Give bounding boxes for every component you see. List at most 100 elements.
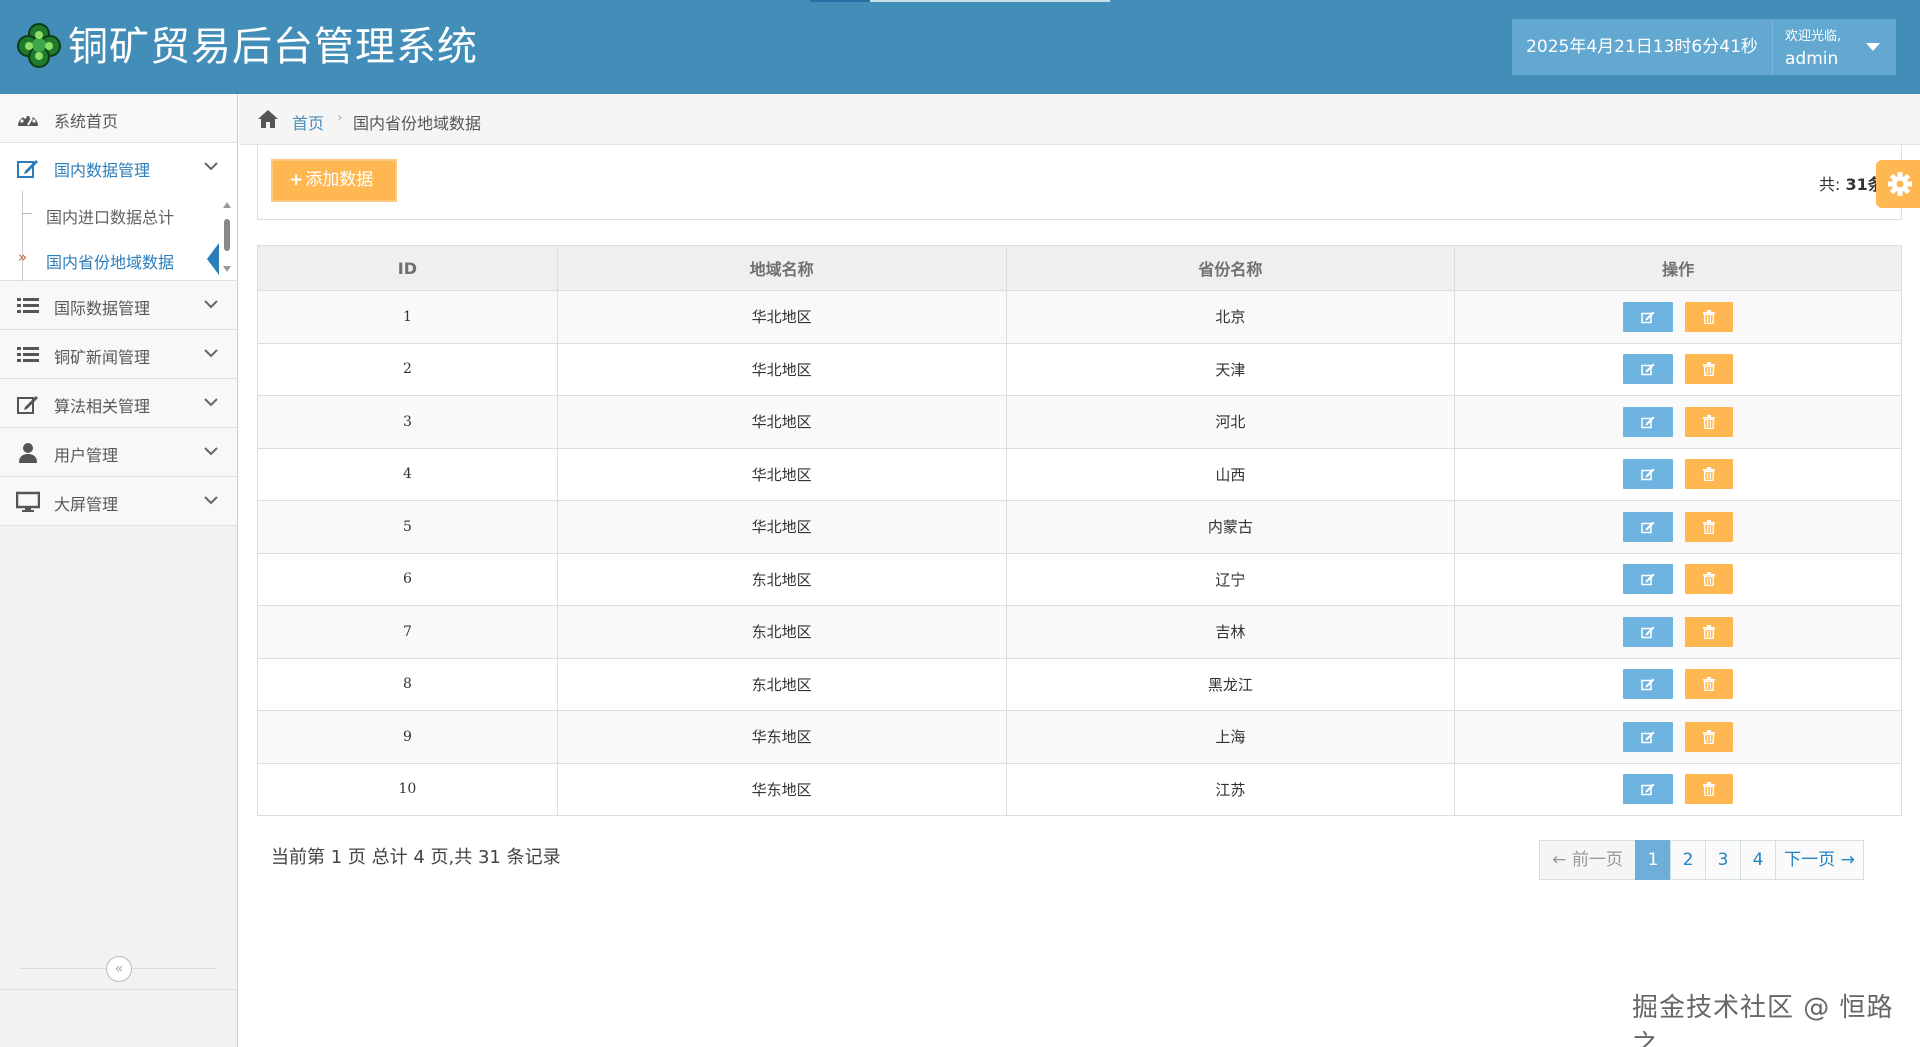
delete-button[interactable] [1685,669,1734,700]
sidebar-item-label: 国内数据管理 [54,161,151,180]
delete-button[interactable] [1685,616,1734,647]
submenu-item-province-region[interactable]: » 国内省份地域数据 [0,236,237,281]
cell-province: 上海 [1005,710,1456,764]
edit-button[interactable] [1623,774,1674,805]
sidebar-collapse-button[interactable]: « [106,956,132,982]
table-row: 6 东北地区 辽宁 [257,552,1902,606]
edit-icon [1641,468,1655,481]
column-header-region[interactable]: 地域名称 [556,245,1007,291]
table-row: 4 华北地区 山西 [257,447,1902,501]
cell-actions [1454,500,1902,554]
trash-icon [1703,677,1716,692]
submenu-item-import-total[interactable]: 国内进口数据总计 [0,191,237,236]
delete-button[interactable] [1685,511,1734,542]
cell-id: 9 [257,710,558,764]
sidebar-item-home[interactable]: 系统首页 [0,94,237,143]
edit-icon [17,396,38,414]
edit-button[interactable] [1623,354,1674,385]
edit-button[interactable] [1623,669,1674,700]
breadcrumb-home-link[interactable]: 首页 [292,110,324,134]
page-button-3[interactable]: 3 [1705,840,1741,880]
delete-button[interactable] [1685,354,1734,385]
sidebar: 系统首页 国内数据管理 国内进口数据总计 » 国内省份地域数据 国际数据管理 铜… [0,94,238,1047]
edit-icon [1641,416,1655,428]
cell-region: 华北地区 [556,500,1007,554]
welcome-text: 欢迎光临, [1785,29,1842,44]
sidebar-item-domestic-data[interactable]: 国内数据管理 [0,143,237,192]
table-row: 8 东北地区 黑龙江 [257,657,1902,711]
edit-button[interactable] [1623,406,1674,437]
sidebar-collapse-row: « [0,949,237,989]
cell-province: 内蒙古 [1005,500,1456,554]
cell-actions [1454,657,1902,711]
delete-button[interactable] [1685,406,1734,437]
table-row: 2 华北地区 天津 [257,342,1902,396]
top-navbar: 铜矿贸易后台管理系统 2025年4月21日13时6分41秒 欢迎光临, admi… [0,0,1920,94]
dashboard-icon [18,115,38,126]
trash-icon [1703,519,1716,534]
edit-button[interactable] [1623,564,1674,595]
cell-province: 黑龙江 [1005,657,1456,711]
table-header-row: ID 地域名称 省份名称 操作 [257,245,1902,291]
breadcrumb-current: 国内省份地域数据 [353,114,482,133]
cell-actions [1454,447,1902,501]
submenu-item-label: 国内省份地域数据 [46,253,175,272]
cell-province: 江苏 [1005,762,1456,816]
sidebar-item-users[interactable]: 用户管理 [0,428,237,477]
edit-button[interactable] [1623,459,1674,490]
submenu-scrollbar[interactable] [221,197,233,277]
sidebar-item-label: 用户管理 [54,446,119,465]
username: admin [1785,49,1839,69]
table-row: 9 华东地区 上海 [257,710,1902,764]
add-data-label: 添加数据 [305,170,374,190]
next-page-button[interactable]: 下一页 → [1775,840,1864,880]
sidebar-item-news[interactable]: 铜矿新闻管理 [0,330,237,379]
cell-id: 2 [257,342,558,396]
column-header-id[interactable]: ID [257,245,558,291]
toolbar-panel: + 添加数据 共: 31条 [257,145,1902,220]
trash-icon [1703,624,1716,639]
delete-button[interactable] [1685,564,1734,595]
prev-page-button[interactable]: ← 前一页 [1539,840,1636,880]
cell-actions [1454,342,1902,396]
edit-icon [1641,626,1655,638]
cell-province: 辽宁 [1005,552,1456,606]
delete-button[interactable] [1685,774,1734,805]
add-data-button[interactable]: + 添加数据 [271,159,397,202]
cell-region: 华北地区 [556,447,1007,501]
delete-button[interactable] [1685,721,1734,752]
edit-button[interactable] [1623,721,1674,752]
watermark: 掘金技术社区 @ 恒路之 [1632,993,1894,1047]
delete-button[interactable] [1685,459,1734,490]
cell-province: 吉林 [1005,605,1456,659]
edit-button[interactable] [1623,616,1674,647]
edit-button[interactable] [1623,511,1674,542]
settings-toggle-button[interactable] [1876,160,1920,208]
sidebar-item-algorithm[interactable]: 算法相关管理 [0,379,237,428]
sidebar-item-big-screen[interactable]: 大屏管理 [0,477,237,526]
delete-button[interactable] [1685,301,1734,332]
page-button-1[interactable]: 1 [1635,840,1671,880]
edit-icon [1641,573,1655,586]
page-button-2[interactable]: 2 [1670,840,1706,880]
user-icon [19,443,37,463]
cell-actions [1454,710,1902,764]
cell-region: 华北地区 [556,395,1007,449]
table-row: 1 华北地区 北京 [257,290,1902,344]
submenu-domestic-data: 国内进口数据总计 » 国内省份地域数据 [0,191,237,281]
edit-button[interactable] [1623,301,1674,332]
sidebar-item-international-data[interactable]: 国际数据管理 [0,281,237,330]
trash-icon [1703,414,1716,429]
total-prefix: 共: [1819,175,1841,194]
trash-icon [1703,782,1716,797]
cell-region: 东北地区 [556,657,1007,711]
cell-id: 1 [257,290,558,344]
table-body: 1 华北地区 北京 2 华北地区 天津 3 华北地区 河北 4 华北地区 山西 5 华北地区 内蒙古 6 东北地… [257,290,1902,816]
edit-icon [1641,521,1655,533]
page-button-4[interactable]: 4 [1740,840,1776,880]
column-header-province[interactable]: 省份名称 [1005,245,1456,291]
cell-id: 5 [257,500,558,554]
submenu-dash [22,213,32,214]
pagination-info: 当前第 1 页 总计 4 页,共 31 条记录 [271,847,561,868]
user-menu-toggle[interactable]: 欢迎光临, admin [1772,19,1896,75]
